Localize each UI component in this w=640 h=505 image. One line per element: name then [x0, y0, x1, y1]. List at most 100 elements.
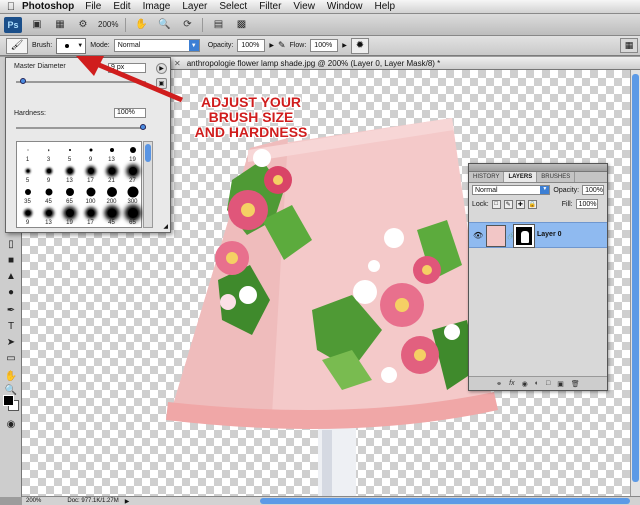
vertical-scrollbar[interactable] — [630, 70, 640, 496]
hand-tool-icon[interactable]: ✋ — [3, 369, 19, 383]
document-tab[interactable]: ✕ anthropologie flower lamp shade.jpg @ … — [170, 57, 640, 70]
mini-bridge-icon[interactable]: ▦ — [52, 18, 68, 32]
layer-thumbnail[interactable] — [486, 225, 506, 247]
brush-preset[interactable]: 19 — [122, 142, 143, 163]
menu-file[interactable]: File — [85, 1, 101, 12]
type-tool-icon[interactable]: T — [3, 319, 19, 333]
panel-toggle-button[interactable]: ▦ — [620, 38, 638, 53]
brush-preset[interactable]: 19 — [59, 205, 80, 226]
brush-preset[interactable]: 27 — [122, 163, 143, 184]
layer-opacity-field[interactable]: 100% — [582, 185, 604, 195]
flow-field[interactable]: 100% — [310, 39, 339, 52]
lock-pixels-icon[interactable]: ✎ — [503, 199, 513, 209]
delete-layer-icon[interactable]: 🗑 — [571, 380, 580, 388]
layer-row[interactable]: 👁 🔗 Layer 0 — [469, 222, 607, 248]
layers-footer: ⚭ fx ◉ ◐ □ ▣ 🗑 — [469, 376, 607, 390]
opacity-slider-icon[interactable]: ▶ — [269, 42, 274, 49]
zoom-level-select[interactable]: 200% — [98, 20, 118, 29]
status-zoom[interactable]: 200% — [26, 498, 41, 504]
menu-edit[interactable]: Edit — [113, 1, 130, 12]
hardness-track[interactable] — [16, 127, 146, 129]
brush-preset[interactable]: 3 — [38, 142, 59, 163]
brush-preset[interactable]: 200 — [101, 184, 122, 205]
lock-transparency-icon[interactable]: □ — [491, 199, 501, 209]
apple-icon[interactable]:  — [0, 1, 22, 13]
screen-mode-icon[interactable]: ▩ — [233, 18, 249, 32]
brush-preset[interactable]: 13 — [38, 205, 59, 226]
zoom-tool-icon[interactable]: 🔍 — [156, 18, 172, 32]
pen-tool-icon[interactable]: ✒ — [3, 303, 19, 317]
foreground-color-swatch[interactable] — [3, 395, 14, 406]
brush-preset[interactable]: 5 — [17, 163, 38, 184]
brush-preset[interactable]: 13 — [101, 142, 122, 163]
brush-preset[interactable]: 9 — [80, 142, 101, 163]
tool-preset-picker[interactable]: 🖌 — [6, 37, 28, 54]
brush-preset[interactable]: 9 — [38, 163, 59, 184]
airbrush-button[interactable]: ✹ — [350, 37, 369, 54]
fill-field[interactable]: 100% — [575, 199, 598, 209]
menu-window[interactable]: Window — [327, 1, 363, 12]
menu-app-name[interactable]: Photoshop — [22, 1, 74, 12]
link-layers-icon[interactable]: ⚭ — [496, 380, 502, 388]
tab-history[interactable]: HISTORY — [469, 172, 505, 182]
blur-tool-icon[interactable]: ▲ — [3, 269, 19, 283]
dodge-tool-icon[interactable]: ● — [3, 285, 19, 299]
hardness-slider[interactable] — [140, 124, 146, 130]
scroll-thumb[interactable] — [632, 74, 639, 482]
brush-preset[interactable]: 45 — [101, 205, 122, 226]
tab-brushes[interactable]: BRUSHES — [537, 172, 576, 182]
new-layer-icon[interactable]: ▣ — [557, 380, 564, 388]
new-group-icon[interactable]: □ — [546, 380, 550, 387]
brush-preset[interactable]: 17 — [80, 205, 101, 226]
add-mask-icon[interactable]: ◉ — [522, 380, 528, 388]
tablet-opacity-icon[interactable]: ✎ — [278, 40, 286, 51]
quick-mask-icon[interactable]: ◉ — [3, 417, 19, 431]
hand-tool-icon[interactable]: ✋ — [133, 18, 149, 32]
brush-grid-scrollbar[interactable] — [143, 141, 153, 228]
rotate-view-icon[interactable]: ⟳ — [179, 18, 195, 32]
brush-preset[interactable]: 45 — [38, 184, 59, 205]
resize-grip-icon[interactable]: ◢ — [163, 223, 168, 230]
opacity-field[interactable]: 100% — [237, 39, 266, 52]
brush-preset[interactable]: 65 — [122, 205, 143, 226]
extras-icon[interactable]: ⚙ — [75, 18, 91, 32]
lock-all-icon[interactable]: 🔒 — [527, 199, 537, 209]
brush-preset[interactable]: 300 — [122, 184, 143, 205]
bridge-icon[interactable]: ▣ — [29, 18, 45, 32]
path-selection-tool-icon[interactable]: ➤ — [3, 335, 19, 349]
flow-slider-icon[interactable]: ▶ — [342, 42, 347, 49]
eraser-tool-icon[interactable]: ▯ — [3, 237, 19, 251]
shape-tool-icon[interactable]: ▭ — [3, 351, 19, 365]
panel-titlebar[interactable] — [469, 164, 607, 172]
lock-position-icon[interactable]: ✚ — [515, 199, 525, 209]
brush-preset[interactable]: 65 — [59, 184, 80, 205]
master-diameter-slider[interactable] — [19, 78, 26, 84]
layer-mask-thumbnail[interactable] — [513, 224, 535, 248]
menu-layer[interactable]: Layer — [182, 1, 207, 12]
adjustment-layer-icon[interactable]: ◐ — [535, 380, 539, 387]
brush-preset[interactable]: 35 — [17, 184, 38, 205]
brush-preset[interactable]: 21 — [101, 163, 122, 184]
scroll-thumb[interactable] — [145, 144, 151, 162]
layer-style-icon[interactable]: fx — [509, 380, 514, 387]
status-doc-size[interactable]: Doc: 977.1K/1.27M — [47, 498, 118, 504]
menu-filter[interactable]: Filter — [259, 1, 281, 12]
brush-preset[interactable]: 1 — [17, 142, 38, 163]
menu-help[interactable]: Help — [375, 1, 396, 12]
arrange-documents-icon[interactable]: ▤ — [210, 18, 226, 32]
brush-preset[interactable]: 5 — [59, 142, 80, 163]
brush-preset[interactable]: 13 — [59, 163, 80, 184]
status-menu-icon[interactable]: ▶ — [125, 498, 130, 505]
layer-name[interactable]: Layer 0 — [537, 231, 562, 238]
blend-mode-select[interactable]: Normal ▼ — [472, 185, 551, 195]
brush-preset[interactable]: 100 — [80, 184, 101, 205]
menu-select[interactable]: Select — [219, 1, 247, 12]
gradient-tool-icon[interactable]: ■ — [3, 253, 19, 267]
brush-preset[interactable]: 17 — [80, 163, 101, 184]
tab-layers[interactable]: LAYERS — [504, 172, 538, 182]
brush-preset[interactable]: 9 — [17, 205, 38, 226]
menu-view[interactable]: View — [293, 1, 315, 12]
horizontal-scrollbar[interactable] — [260, 498, 630, 504]
eye-icon[interactable]: 👁 — [473, 231, 483, 240]
menu-image[interactable]: Image — [143, 1, 171, 12]
